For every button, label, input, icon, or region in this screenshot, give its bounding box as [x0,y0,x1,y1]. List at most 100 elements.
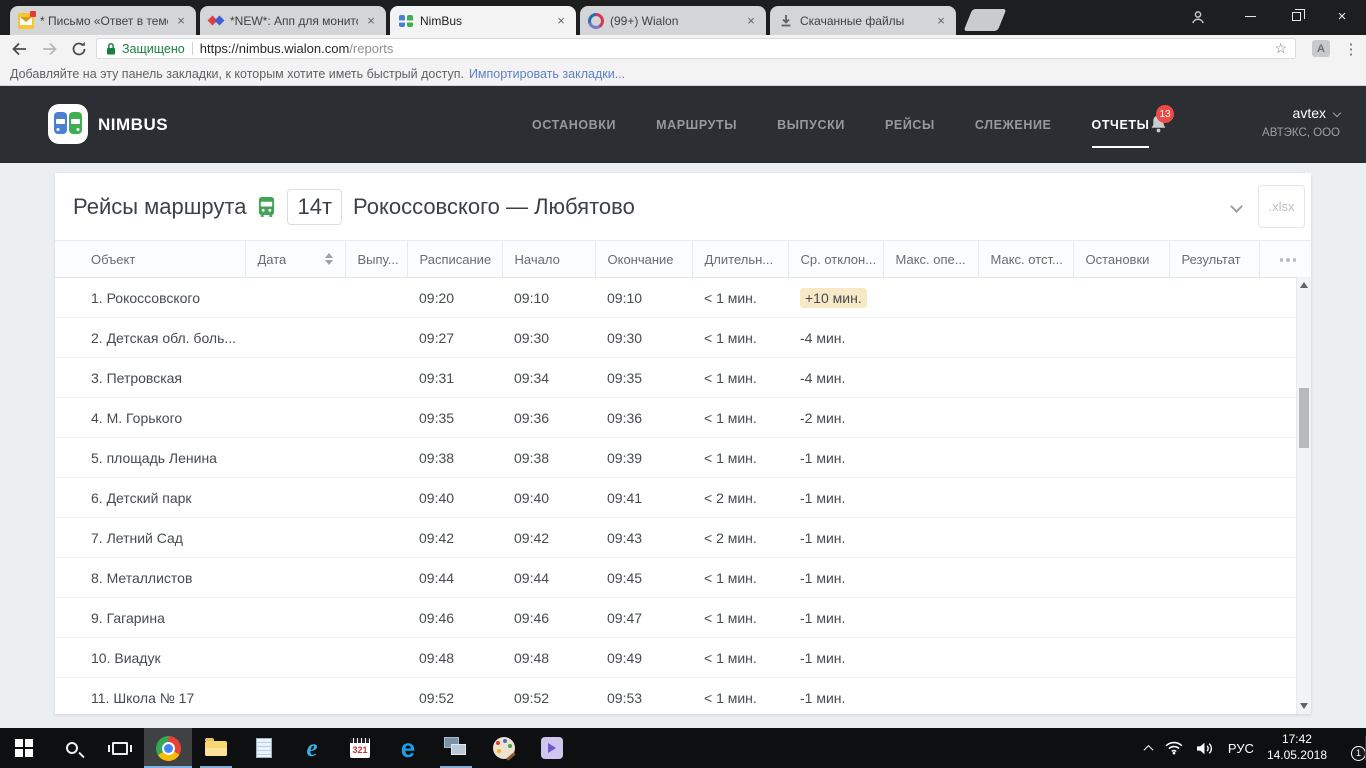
column-header-8[interactable]: Макс. опе... [883,241,978,278]
cell-end: 09:53 [595,678,692,715]
clock[interactable]: 17:42 14.05.2018 [1267,732,1327,763]
collapse-chevron-icon[interactable] [1230,200,1243,213]
table-row[interactable]: 1. Рокоссовского09:2009:1009:10< 1 мин.+… [55,278,1311,318]
table-row[interactable]: 9. Гагарина09:4609:4609:47< 1 мин.-1 мин… [55,598,1311,638]
tab-downloads[interactable]: Скачанные файлы × [770,6,956,35]
taskbar-notepad[interactable] [240,728,288,768]
taskbar-chrome[interactable] [144,728,192,768]
restore-button[interactable] [1274,0,1318,33]
table-row[interactable]: 5. площадь Ленина09:3809:3809:39< 1 мин.… [55,438,1311,478]
address-bar[interactable]: Защищено https://nimbus.wialon.com/repor… [96,38,1296,59]
cell-deviation: -1 мин. [788,518,883,558]
column-header-2[interactable]: Выпу... [345,241,407,278]
column-header-6[interactable]: Длительн... [692,241,788,278]
cell-schedule: 09:38 [407,438,502,478]
column-header-5[interactable]: Окончание [595,241,692,278]
table-row[interactable]: 11. Школа № 1709:5209:5209:53< 1 мин.-1 … [55,678,1311,715]
column-header-10[interactable]: Остановки [1073,241,1169,278]
table-scrollbar[interactable] [1296,277,1311,714]
cell-duration: < 1 мин. [692,638,788,678]
scroll-down-icon[interactable] [1300,703,1308,709]
column-header-4[interactable]: Начало [502,241,595,278]
table-row[interactable]: 6. Детский парк09:4009:4009:41< 2 мин.-1… [55,478,1311,518]
table-row[interactable]: 2. Детская обл. боль...09:2709:3009:30< … [55,318,1311,358]
cell-name: 3. Петровская [55,358,245,398]
table-row[interactable]: 7. Летний Сад09:4209:4209:43< 2 мин.-1 м… [55,518,1311,558]
column-header-1[interactable]: Дата [245,241,345,278]
tab-monitoring-app[interactable]: *NEW*: Апп для монитор × [200,6,386,35]
cell-release [345,518,407,558]
close-window-button[interactable]: × [1320,0,1364,33]
internet-explorer-icon: e [306,736,317,761]
table-row[interactable]: 8. Металлистов09:4409:4409:45< 1 мин.-1 … [55,558,1311,598]
cell-release [345,438,407,478]
taskbar-remote-desktop[interactable] [432,728,480,768]
cell-result [1169,478,1259,518]
action-center-button[interactable]: 1 [1340,740,1360,757]
taskbar-paint[interactable] [480,728,528,768]
refresh-button[interactable] [68,39,90,59]
start-button[interactable] [0,728,48,768]
nimbus-icon [398,13,414,29]
cell-end: 09:45 [595,558,692,598]
notifications-button[interactable]: 13 [1150,114,1167,138]
column-header-7[interactable]: Ср. отклон... [788,241,883,278]
user-menu[interactable]: avtex АВТЭКС, ООО [1262,105,1340,139]
browser-menu-icon[interactable]: ⋮ [1342,38,1360,59]
close-icon[interactable]: × [174,13,188,28]
close-icon[interactable]: × [934,13,948,28]
tray-expand-icon[interactable] [1143,744,1153,754]
close-icon[interactable]: × [554,13,568,28]
volume-icon[interactable] [1196,741,1215,756]
taskbar-explorer[interactable] [192,728,240,768]
wifi-icon[interactable] [1165,741,1183,755]
nav-trips[interactable]: РЕЙСЫ [885,86,935,163]
nav-tracking[interactable]: СЛЕЖЕНИЕ [975,86,1052,163]
new-tab-button[interactable] [964,9,1007,31]
table-row[interactable]: 3. Петровская09:3109:3409:35< 1 мин.-4 м… [55,358,1311,398]
nav-stops[interactable]: ОСТАНОВКИ [532,86,616,163]
cell-start: 09:10 [502,278,595,318]
nimbus-logo[interactable] [48,104,88,144]
scrollbar-thumb[interactable] [1299,388,1309,448]
brand-name[interactable]: NIMBUS [98,86,168,163]
taskbar-ie[interactable]: e [288,728,336,768]
nav-rides[interactable]: ВЫПУСКИ [777,86,845,163]
back-button[interactable] [8,39,30,59]
task-view-button[interactable] [96,728,144,768]
tab-nimbus[interactable]: NimBus × [390,6,576,35]
taskbar-media-player[interactable] [528,728,576,768]
column-header-3[interactable]: Расписание [407,241,502,278]
more-columns-button[interactable] [1259,241,1311,278]
table-row[interactable]: 4. М. Горького09:3509:3609:36< 1 мин.-2 … [55,398,1311,438]
bookmark-star-icon[interactable]: ☆ [1274,40,1287,57]
cell-start: 09:34 [502,358,595,398]
taskbar-search-button[interactable] [48,728,96,768]
sort-icon[interactable] [325,253,333,265]
notifications-badge: 13 [1156,105,1174,123]
tab-mail[interactable]: * Письмо «Ответ в теме: × [10,6,196,35]
forward-button[interactable] [38,39,60,59]
extension-icon[interactable]: A [1312,40,1330,57]
close-icon[interactable]: × [364,13,378,28]
minimize-button[interactable] [1228,0,1272,33]
table-row[interactable]: 10. Виадук09:4809:4809:49< 1 мин.-1 мин. [55,638,1311,678]
profile-icon[interactable] [1176,0,1220,33]
cell-schedule: 09:46 [407,598,502,638]
secure-indicator[interactable]: Защищено [105,42,185,56]
column-header-9[interactable]: Макс. отст... [978,241,1073,278]
taskbar-media-player-classic[interactable]: 321 [336,728,384,768]
tab-title: Скачанные файлы [800,14,928,28]
language-indicator[interactable]: РУС [1228,741,1254,756]
column-header-0[interactable]: Объект [55,241,245,278]
tab-wialon[interactable]: (99+) Wialon × [580,6,766,35]
scroll-up-icon[interactable] [1300,282,1308,288]
browser-tab-strip: * Письмо «Ответ в теме: × *NEW*: Апп для… [0,0,1366,35]
column-header-11[interactable]: Результат [1169,241,1259,278]
export-xlsx-button[interactable]: .xlsx [1258,185,1305,228]
nav-routes[interactable]: МАРШРУТЫ [656,86,737,163]
import-bookmarks-link[interactable]: Импортировать закладки... [469,67,625,81]
nav-reports[interactable]: ОТЧЕТЫ [1092,86,1150,163]
close-icon[interactable]: × [744,13,758,28]
taskbar-edge[interactable]: e [384,728,432,768]
